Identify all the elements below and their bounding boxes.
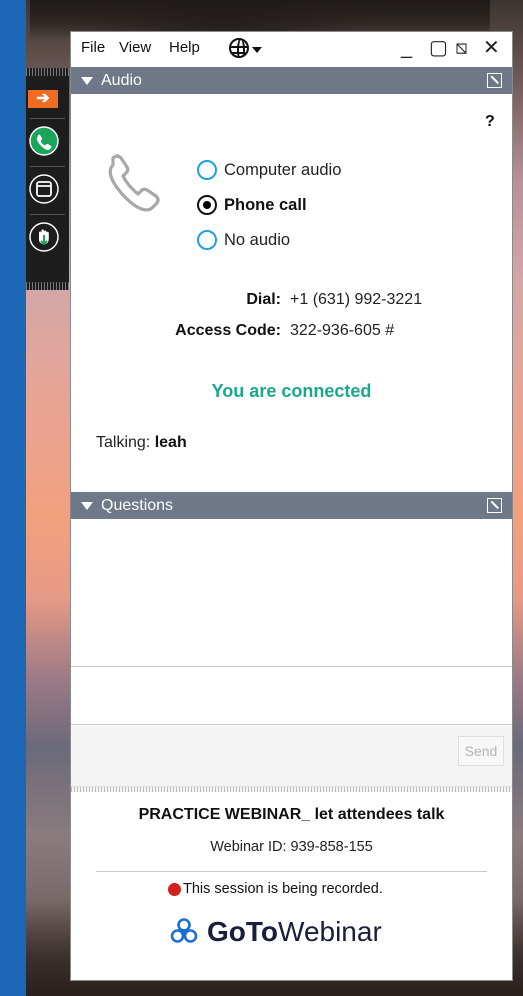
talking-indicator: Talking: leah bbox=[96, 434, 187, 452]
close-button[interactable]: ✕ bbox=[483, 36, 500, 60]
window-icon[interactable] bbox=[29, 174, 59, 204]
dial-number: +1 (631) 992-3221 bbox=[290, 291, 423, 308]
menu-file[interactable]: File bbox=[81, 39, 105, 56]
question-input[interactable] bbox=[71, 668, 512, 725]
collapse-triangle-icon[interactable] bbox=[81, 77, 93, 85]
audio-section-header[interactable]: Audio bbox=[71, 67, 512, 94]
radio-phone-call[interactable] bbox=[197, 195, 217, 215]
dock-divider bbox=[30, 166, 65, 167]
webinar-footer: PRACTICE WEBINAR_ let attendees talk Web… bbox=[71, 792, 512, 980]
globe-icon[interactable] bbox=[229, 38, 249, 58]
question-send-area: Send bbox=[71, 726, 512, 786]
gotowebinar-control-panel: File View Help _ ▢ ⧅ ✕ Audio ? Computer … bbox=[70, 31, 513, 981]
phone-call-label: Phone call bbox=[224, 195, 307, 214]
dock-grip-bottom[interactable] bbox=[26, 282, 69, 290]
questions-section-header[interactable]: Questions bbox=[71, 492, 512, 519]
desktop-left-strip bbox=[0, 0, 26, 996]
webinar-title: PRACTICE WEBINAR_ let attendees talk bbox=[138, 806, 445, 823]
access-code-label-wrap: Access Code: bbox=[71, 322, 281, 344]
no-audio-option[interactable]: No audio bbox=[197, 228, 290, 252]
recording-notice: This session is being recorded. bbox=[168, 881, 383, 897]
computer-audio-label: Computer audio bbox=[224, 160, 342, 179]
radio-no-audio[interactable] bbox=[197, 230, 217, 250]
menu-bar: File View Help _ ▢ ⧅ ✕ bbox=[71, 32, 512, 66]
footer-divider bbox=[96, 871, 487, 872]
connection-status: You are connected bbox=[211, 381, 372, 401]
logo-goto: GoTo bbox=[207, 916, 279, 947]
arrow-right-icon[interactable]: ➔ bbox=[28, 90, 58, 108]
raise-hand-icon[interactable] bbox=[29, 222, 59, 252]
dock-divider bbox=[30, 118, 65, 119]
gotowebinar-logo-icon bbox=[170, 918, 198, 943]
menu-view[interactable]: View bbox=[119, 39, 151, 56]
restore-button[interactable]: ⧅ bbox=[455, 36, 468, 60]
dock-divider bbox=[30, 214, 65, 215]
dial-label: Dial: bbox=[246, 291, 281, 308]
phone-icon[interactable] bbox=[29, 126, 59, 156]
access-code-label: Access Code: bbox=[175, 322, 281, 339]
webinar-id: Webinar ID: 939-858-155 bbox=[210, 839, 373, 855]
phone-handset-icon bbox=[108, 154, 160, 212]
maximize-button[interactable]: ▢ bbox=[429, 36, 448, 60]
popout-icon[interactable] bbox=[487, 73, 502, 88]
access-code-value: 322-936-605 # bbox=[290, 322, 395, 339]
gotowebinar-logo: GoTo Webinar bbox=[169, 916, 382, 948]
logo-webinar: Webinar bbox=[278, 916, 382, 947]
recording-dot-icon bbox=[168, 882, 181, 896]
questions-log[interactable] bbox=[71, 520, 512, 667]
phone-call-option[interactable]: Phone call bbox=[197, 193, 307, 217]
radio-computer-audio[interactable] bbox=[197, 160, 217, 180]
talking-name: leah bbox=[154, 434, 187, 451]
no-audio-label: No audio bbox=[224, 230, 291, 249]
send-button[interactable]: Send bbox=[458, 736, 504, 766]
chevron-down-icon[interactable] bbox=[252, 47, 262, 53]
collapse-triangle-icon[interactable] bbox=[81, 502, 93, 510]
menu-help[interactable]: Help bbox=[169, 39, 200, 56]
talking-label: Talking: bbox=[96, 434, 151, 451]
dial-label-wrap: Dial: bbox=[71, 291, 281, 313]
audio-help-button[interactable]: ? bbox=[485, 113, 495, 131]
control-panel-dock: ➔ bbox=[26, 68, 69, 290]
audio-section-title: Audio bbox=[101, 72, 142, 89]
minimize-button[interactable]: _ bbox=[401, 36, 412, 60]
questions-section-title: Questions bbox=[101, 497, 174, 514]
computer-audio-option[interactable]: Computer audio bbox=[197, 158, 341, 182]
dock-grip-top[interactable] bbox=[26, 68, 69, 76]
popout-icon[interactable] bbox=[487, 498, 502, 513]
recording-text: This session is being recorded. bbox=[183, 881, 383, 897]
